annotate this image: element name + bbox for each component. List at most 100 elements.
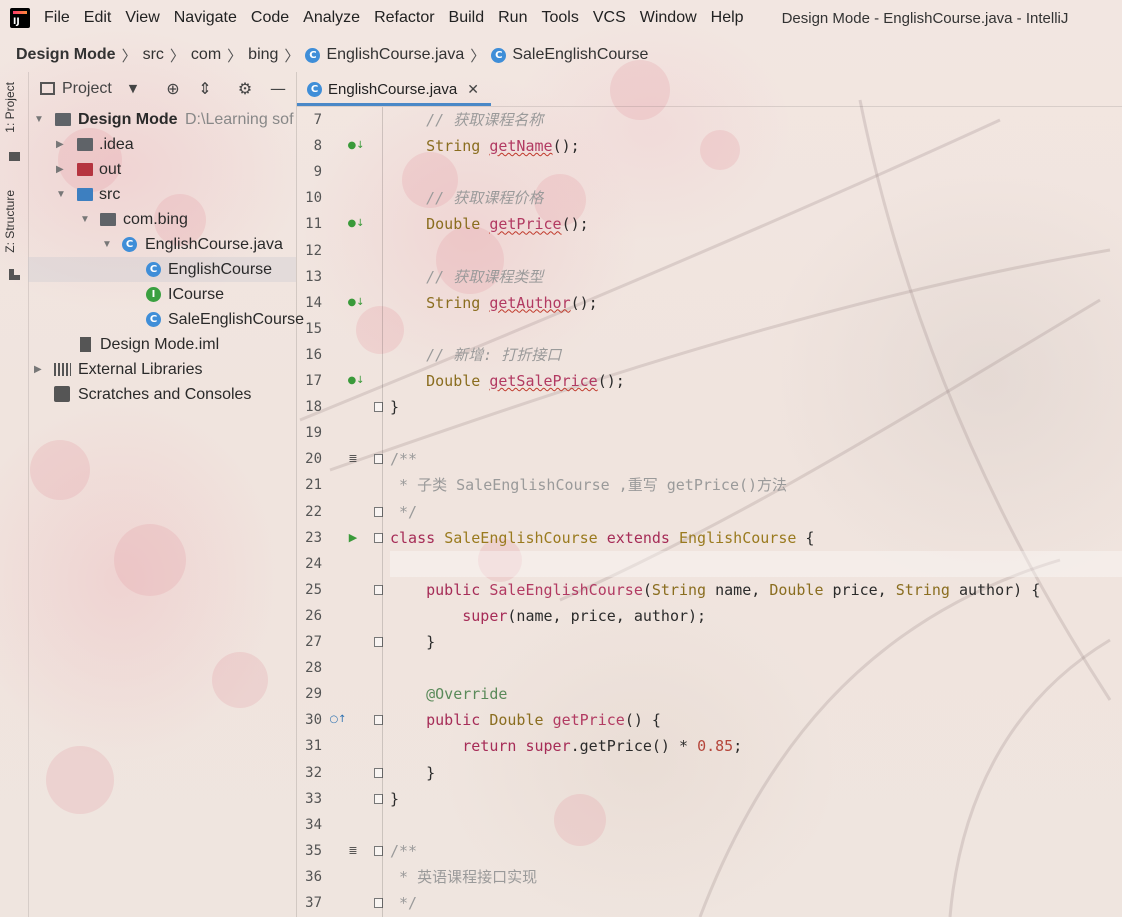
run-gutter-icon[interactable]: ▶ bbox=[347, 531, 359, 544]
line-number[interactable]: 29 bbox=[297, 681, 322, 707]
menu-build[interactable]: Build bbox=[449, 9, 485, 27]
render-doc-icon[interactable]: ≣ bbox=[347, 844, 359, 857]
menu-analyze[interactable]: Analyze bbox=[303, 9, 360, 27]
expand-arrow-icon[interactable]: ▼ bbox=[34, 107, 44, 132]
line-number[interactable]: 21 bbox=[297, 472, 322, 498]
locate-file-icon[interactable]: ⊕ bbox=[164, 80, 182, 98]
tree-item-englishcourse-java[interactable]: ▼ C EnglishCourse.java bbox=[28, 232, 296, 257]
line-number[interactable]: 16 bbox=[297, 342, 322, 368]
line-number[interactable]: 20 bbox=[297, 446, 322, 472]
code-line[interactable]: String getAuthor(); bbox=[390, 290, 598, 316]
line-number[interactable]: 13 bbox=[297, 264, 322, 290]
code-line[interactable]: } bbox=[390, 760, 435, 786]
breadcrumb-class[interactable]: C SaleEnglishCourse bbox=[491, 46, 648, 64]
line-number[interactable]: 11 bbox=[297, 211, 322, 237]
tree-item-src[interactable]: ▼ src bbox=[28, 182, 296, 207]
code-line[interactable]: /** bbox=[390, 446, 417, 472]
line-number[interactable]: 31 bbox=[297, 733, 322, 759]
code-line[interactable]: class SaleEnglishCourse extends EnglishC… bbox=[390, 525, 814, 551]
line-number[interactable]: 12 bbox=[297, 238, 322, 264]
menu-navigate[interactable]: Navigate bbox=[174, 9, 237, 27]
breadcrumb-src[interactable]: src bbox=[143, 46, 164, 64]
menu-view[interactable]: View bbox=[125, 9, 159, 27]
code-line[interactable]: public Double getPrice() { bbox=[390, 707, 661, 733]
menu-vcs[interactable]: VCS bbox=[593, 9, 626, 27]
code-line[interactable]: Double getSalePrice(); bbox=[390, 368, 625, 394]
code-line[interactable]: super(name, price, author); bbox=[390, 603, 706, 629]
tab-project-tool-window[interactable]: 1: Project bbox=[3, 82, 17, 133]
tree-item-scratches[interactable]: Scratches and Consoles bbox=[28, 382, 296, 407]
line-number[interactable]: 36 bbox=[297, 864, 322, 890]
tree-item-out[interactable]: ▶ out bbox=[28, 157, 296, 182]
code-line[interactable]: // 获取课程价格 bbox=[390, 185, 543, 211]
code-line[interactable]: * 子类 SaleEnglishCourse ,重写 getPrice()方法 bbox=[390, 472, 787, 498]
menu-code[interactable]: Code bbox=[251, 9, 289, 27]
code-line[interactable]: } bbox=[390, 786, 399, 812]
code-line[interactable]: public SaleEnglishCourse(String name, Do… bbox=[390, 577, 1040, 603]
menu-edit[interactable]: Edit bbox=[84, 9, 112, 27]
line-number[interactable]: 25 bbox=[297, 577, 322, 603]
breadcrumb-project[interactable]: Design Mode bbox=[16, 46, 116, 64]
tree-item-icourse[interactable]: I ICourse bbox=[28, 282, 296, 307]
line-number[interactable]: 27 bbox=[297, 629, 322, 655]
code-line[interactable]: } bbox=[390, 629, 435, 655]
menu-run[interactable]: Run bbox=[498, 9, 527, 27]
breadcrumb-file[interactable]: C EnglishCourse.java bbox=[305, 46, 464, 64]
menu-window[interactable]: Window bbox=[640, 9, 697, 27]
implemented-method-icon[interactable]: ●↓ bbox=[347, 218, 365, 230]
line-number[interactable]: 17 bbox=[297, 368, 322, 394]
tree-item-idea[interactable]: ▶ .idea bbox=[28, 132, 296, 157]
line-number[interactable]: 8 bbox=[297, 133, 322, 159]
line-number[interactable]: 24 bbox=[297, 551, 322, 577]
line-number[interactable]: 23 bbox=[297, 525, 322, 551]
code-line[interactable]: // 获取课程类型 bbox=[390, 264, 543, 290]
expand-arrow-icon[interactable]: ▼ bbox=[56, 182, 66, 207]
tree-item-design-mode[interactable]: ▼ Design Mode D:\Learning sof bbox=[28, 107, 296, 132]
line-number[interactable]: 35 bbox=[297, 838, 322, 864]
implemented-method-icon[interactable]: ●↓ bbox=[347, 297, 365, 309]
line-number[interactable]: 26 bbox=[297, 603, 322, 629]
menu-help[interactable]: Help bbox=[711, 9, 744, 27]
close-icon[interactable]: ✕ bbox=[467, 81, 479, 98]
implemented-method-icon[interactable]: ●↓ bbox=[347, 140, 365, 152]
hide-panel-icon[interactable]: — bbox=[269, 80, 287, 98]
code-line[interactable]: */ bbox=[390, 890, 417, 916]
line-number[interactable]: 28 bbox=[297, 655, 322, 681]
code-line[interactable]: Double getPrice(); bbox=[390, 211, 589, 237]
breadcrumb-bing[interactable]: bing bbox=[248, 46, 278, 64]
override-method-icon[interactable]: ○↑ bbox=[329, 714, 347, 726]
expand-arrow-icon[interactable]: ▼ bbox=[80, 207, 90, 232]
expand-arrow-icon[interactable]: ▼ bbox=[102, 232, 112, 257]
code-editor[interactable]: // 获取课程名称 String getName(); // 获取课程价格 Do… bbox=[390, 107, 1122, 917]
menu-file[interactable]: File bbox=[44, 9, 70, 27]
code-line[interactable]: String getName(); bbox=[390, 133, 580, 159]
collapsed-arrow-icon[interactable]: ▶ bbox=[34, 357, 42, 382]
code-line[interactable]: // 新增: 打折接口 bbox=[390, 342, 561, 368]
line-number[interactable]: 9 bbox=[297, 159, 322, 185]
menu-tools[interactable]: Tools bbox=[541, 9, 578, 27]
line-number[interactable]: 14 bbox=[297, 290, 322, 316]
dropdown-arrow-icon[interactable]: ▼ bbox=[124, 80, 142, 98]
line-number[interactable]: 19 bbox=[297, 420, 322, 446]
line-number[interactable]: 15 bbox=[297, 316, 322, 342]
current-code-line[interactable] bbox=[390, 550, 1122, 577]
tab-englishcourse-java[interactable]: C EnglishCourse.java ✕ bbox=[297, 76, 491, 106]
code-line[interactable]: return super.getPrice() * 0.85; bbox=[390, 733, 742, 759]
line-number[interactable]: 22 bbox=[297, 499, 322, 525]
tree-item-external-libraries[interactable]: ▶ External Libraries bbox=[28, 357, 296, 382]
line-number[interactable]: 33 bbox=[297, 786, 322, 812]
project-panel-title[interactable]: Project bbox=[62, 80, 112, 98]
tree-item-englishcourse[interactable]: C EnglishCourse bbox=[28, 257, 296, 282]
code-line[interactable]: } bbox=[390, 394, 399, 420]
code-line[interactable]: * 英语课程接口实现 bbox=[390, 864, 537, 890]
tab-structure-tool-window[interactable]: Z: Structure bbox=[3, 190, 17, 253]
line-number[interactable]: 32 bbox=[297, 760, 322, 786]
collapse-all-icon[interactable]: ⇕ bbox=[196, 80, 214, 98]
tree-item-com-bing[interactable]: ▼ com.bing bbox=[28, 207, 296, 232]
tree-item-design-mode-iml[interactable]: Design Mode.iml bbox=[28, 332, 296, 357]
code-line[interactable]: // 获取课程名称 bbox=[390, 107, 543, 133]
breadcrumb-com[interactable]: com bbox=[191, 46, 221, 64]
line-number[interactable]: 18 bbox=[297, 394, 322, 420]
tree-item-saleenglishcourse[interactable]: C SaleEnglishCourse bbox=[28, 307, 304, 332]
code-line[interactable]: /** bbox=[390, 838, 417, 864]
